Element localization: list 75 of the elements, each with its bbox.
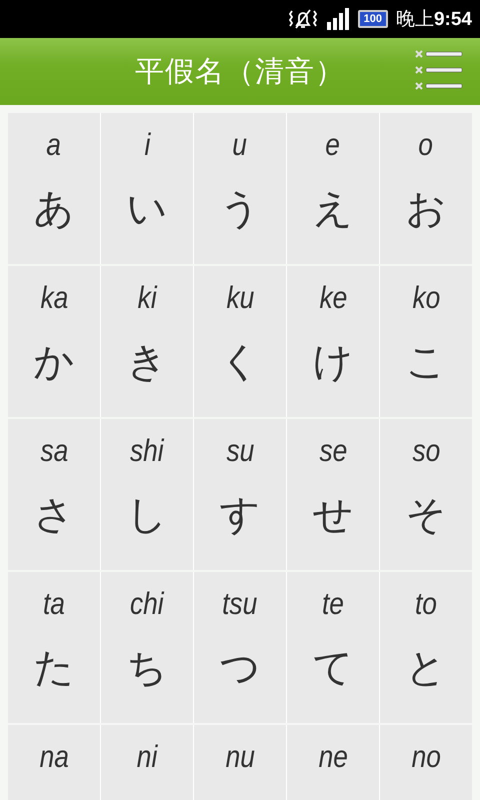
kana-character: そ (406, 491, 446, 540)
kana-tile[interactable]: a あ (8, 113, 100, 264)
romaji-label: na (39, 739, 69, 775)
kana-tile[interactable]: se せ (287, 419, 379, 570)
romaji-label: i (144, 127, 150, 163)
romaji-label: ki (137, 280, 156, 316)
kana-tile[interactable]: ka か (8, 266, 100, 417)
battery-icon: 100 (358, 10, 388, 28)
vibrate-bell-icon (288, 8, 318, 30)
romaji-label: ke (319, 280, 347, 316)
screen-title: 平假名（清音） (135, 52, 345, 90)
romaji-label: te (322, 586, 344, 622)
kana-character: と (406, 644, 446, 693)
kana-tile[interactable]: o お (380, 113, 472, 264)
romaji-label: tsu (222, 586, 258, 622)
kana-tile[interactable]: nu (194, 725, 286, 800)
kana-character: こ (406, 338, 446, 387)
kana-character: け (312, 338, 354, 387)
kana-character: き (126, 338, 168, 387)
romaji-label: to (415, 586, 437, 622)
romaji-label: ta (43, 586, 65, 622)
kana-tile[interactable]: ki き (101, 266, 193, 417)
romaji-label: su (226, 433, 254, 469)
kana-tile[interactable]: e え (287, 113, 379, 264)
romaji-label: chi (130, 586, 164, 622)
kana-tile[interactable]: chi ち (101, 572, 193, 723)
kana-character: て (312, 644, 354, 693)
kana-character: う (220, 185, 260, 234)
kana-tile[interactable]: te て (287, 572, 379, 723)
kana-tile[interactable]: so そ (380, 419, 472, 570)
romaji-label: sa (40, 433, 68, 469)
romaji-label: ku (226, 280, 254, 316)
romaji-label: a (46, 127, 62, 163)
romaji-label: so (412, 433, 440, 469)
kana-tile[interactable]: ko こ (380, 266, 472, 417)
kana-character: ち (126, 644, 168, 693)
romaji-label: nu (225, 739, 255, 775)
romaji-label: ka (40, 280, 68, 316)
kana-tile[interactable]: ta た (8, 572, 100, 723)
kana-tile[interactable]: no (380, 725, 472, 800)
kana-character: つ (220, 644, 260, 693)
kana-tile[interactable]: ku く (194, 266, 286, 417)
romaji-label: o (418, 127, 434, 163)
kana-character: せ (312, 491, 354, 540)
signal-icon (326, 8, 350, 30)
kana-tile[interactable]: ne (287, 725, 379, 800)
kana-character: さ (34, 491, 74, 540)
romaji-label: ni (136, 739, 158, 775)
clock-time: 晚上9:54 (396, 8, 472, 32)
kana-character: え (312, 185, 354, 234)
kana-tile[interactable]: u う (194, 113, 286, 264)
romaji-label: ko (412, 280, 440, 316)
kana-tile[interactable]: su す (194, 419, 286, 570)
romaji-label: no (411, 739, 441, 775)
kana-character: か (34, 338, 74, 387)
romaji-label: shi (130, 433, 164, 469)
kana-tile[interactable]: ni (101, 725, 193, 800)
kana-character: い (126, 185, 168, 234)
kana-character: す (220, 491, 260, 540)
kana-character: く (220, 338, 260, 387)
romaji-label: e (326, 127, 340, 163)
kana-character: し (126, 491, 168, 540)
kana-tile[interactable]: ke け (287, 266, 379, 417)
kana-character: あ (34, 185, 74, 234)
romaji-label: se (319, 433, 347, 469)
kana-tile[interactable]: sa さ (8, 419, 100, 570)
romaji-label: ne (318, 739, 348, 775)
kana-tile[interactable]: i い (101, 113, 193, 264)
romaji-label: u (232, 127, 248, 163)
kana-tile[interactable]: to と (380, 572, 472, 723)
kana-tile[interactable]: shi し (101, 419, 193, 570)
kana-tile[interactable]: na (8, 725, 100, 800)
kana-character: お (406, 185, 446, 234)
kana-character: た (34, 644, 74, 693)
kana-tile[interactable]: tsu つ (194, 572, 286, 723)
